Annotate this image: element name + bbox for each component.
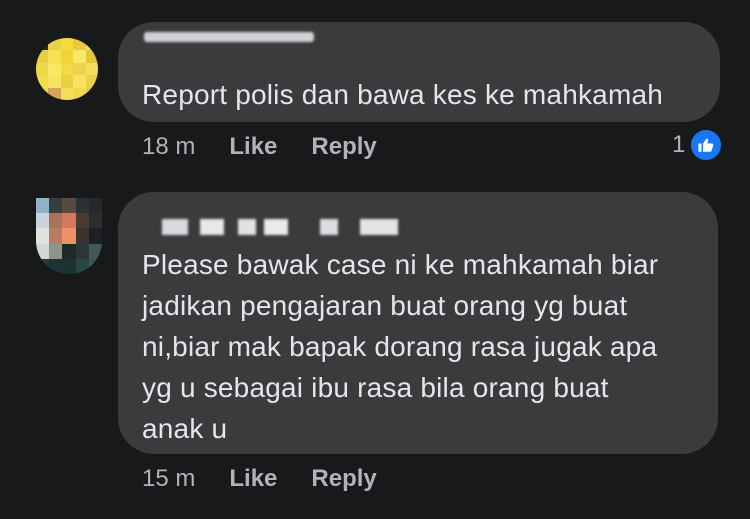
timestamp[interactable]: 18 m [142,133,195,161]
comment-meta: 18 m Like Reply [142,133,411,161]
reaction-count: 1 [672,131,686,158]
author-name-redacted[interactable] [144,32,314,42]
comment-bubble: Please bawak case ni ke mahkamah biar ja… [118,192,718,454]
reply-button[interactable]: Reply [311,133,376,161]
comment-2: Please bawak case ni ke mahkamah biar ja… [0,180,750,519]
redacted-block [264,219,288,235]
avatar[interactable] [36,38,98,100]
reply-button[interactable]: Reply [311,465,376,493]
author-name-redacted[interactable] [162,219,402,235]
reaction-summary[interactable]: 1 [672,128,724,162]
comment-bubble: Report polis dan bawa kes ke mahkamah [118,22,720,122]
comment-text: Please bawak case ni ke mahkamah biar ja… [142,244,658,449]
redacted-block [238,219,256,235]
timestamp[interactable]: 15 m [142,465,195,493]
comment-meta: 15 m Like Reply [142,465,411,493]
comment-text-line: ni,biar mak bapak dorang rasa jugak apa [142,331,658,362]
comment-text-line: yg u sebagai ibu rasa bila orang buat [142,372,609,403]
comment-text-line: Please bawak case ni ke mahkamah biar [142,249,659,280]
thumbs-up-icon [689,128,724,162]
comment-1: Report polis dan bawa kes ke mahkamah 18… [0,0,750,180]
like-button[interactable]: Like [229,465,277,493]
redacted-block [200,219,224,235]
redacted-block [320,219,338,235]
avatar[interactable] [36,198,102,274]
like-button[interactable]: Like [229,133,277,161]
comment-text-line: jadikan pengajaran buat orang yg buat [142,290,628,321]
comment-text-line: anak u [142,413,228,444]
redacted-block [360,219,398,235]
redacted-block [162,219,188,235]
comment-text: Report polis dan bawa kes ke mahkamah [142,79,664,110]
